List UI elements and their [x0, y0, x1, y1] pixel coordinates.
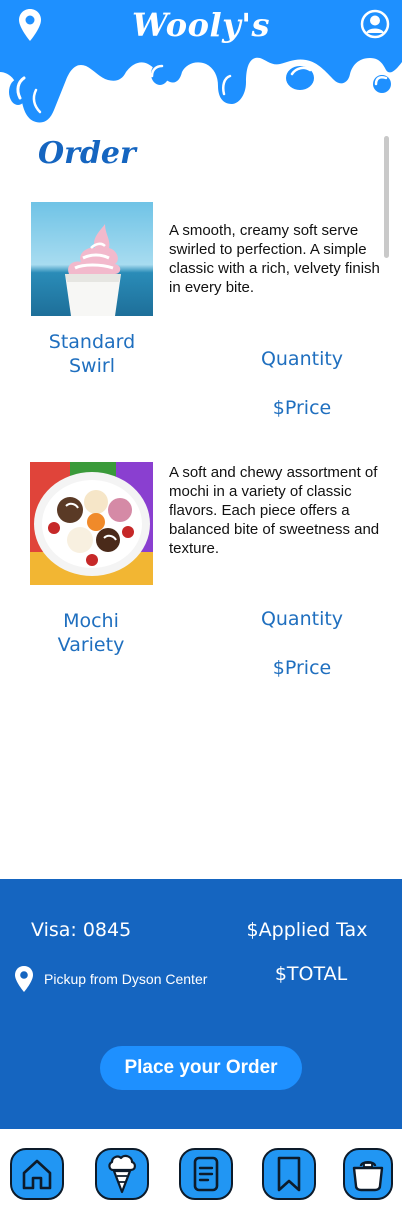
- location-pin-icon: [15, 966, 33, 992]
- home-icon: [22, 1159, 52, 1190]
- quantity-selector[interactable]: Quantity: [232, 608, 372, 630]
- location-pin-icon[interactable]: [18, 8, 42, 42]
- quantity-selector[interactable]: Quantity: [232, 348, 372, 370]
- item-description: A soft and chewy assortment of mochi in …: [169, 464, 380, 557]
- menu-list-icon: [193, 1156, 219, 1192]
- ice-cream-icon: [108, 1154, 136, 1194]
- scrollbar[interactable]: [384, 136, 389, 258]
- app-header: Wooly's: [0, 0, 402, 130]
- pickup-label: Pickup from Dyson Center: [44, 971, 208, 987]
- profile-icon[interactable]: [360, 9, 390, 39]
- tab-orders[interactable]: [179, 1148, 233, 1200]
- item-name: Standard Swirl: [48, 331, 136, 377]
- order-total: $TOTAL: [274, 963, 348, 985]
- item-name: Mochi Variety: [57, 610, 125, 656]
- item-price: $Price: [272, 397, 332, 419]
- standard-swirl-image: [31, 202, 153, 316]
- bottom-tab-bar: [0, 1129, 402, 1207]
- brand-logo: Wooly's: [131, 6, 271, 44]
- item-description: A smooth, creamy soft serve swirled to p…: [169, 222, 380, 296]
- pickup-location[interactable]: Pickup from Dyson Center: [14, 965, 207, 993]
- place-order-button[interactable]: Place your Order: [100, 1046, 302, 1090]
- order-summary-panel: Visa: 0845 $Applied Tax Pickup from Dyso…: [0, 879, 402, 1129]
- bookmark-icon: [277, 1156, 301, 1192]
- tab-cart[interactable]: [343, 1148, 393, 1200]
- cart-icon: [352, 1161, 384, 1192]
- mochi-variety-image: [30, 462, 153, 585]
- applied-tax: $Applied Tax: [246, 919, 368, 941]
- tab-home[interactable]: [10, 1148, 64, 1200]
- payment-method[interactable]: Visa: 0845: [31, 919, 131, 941]
- item-price: $Price: [272, 657, 332, 679]
- tab-menu[interactable]: [95, 1148, 149, 1200]
- tab-saved[interactable]: [262, 1148, 316, 1200]
- page-title: Order: [38, 136, 136, 171]
